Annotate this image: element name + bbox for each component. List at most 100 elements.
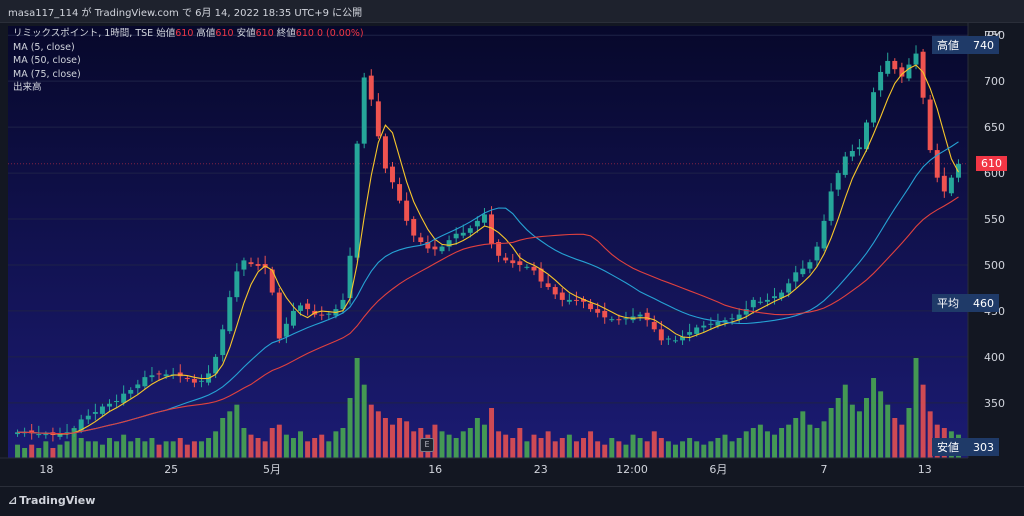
x-tick-label: 18: [39, 463, 53, 476]
volume-bar: [913, 358, 919, 458]
volume-bar: [588, 431, 594, 458]
volume-bar: [757, 424, 763, 458]
candle-body: [665, 338, 671, 340]
volume-bar: [779, 428, 785, 458]
volume-bar: [92, 441, 98, 458]
candle-body: [305, 303, 311, 310]
volume-bar: [566, 434, 572, 458]
legend-volume[interactable]: 出来高: [13, 81, 364, 95]
volume-bar: [290, 438, 296, 458]
candle-body: [673, 340, 678, 342]
candle-body: [404, 200, 410, 221]
candle-body: [276, 292, 282, 339]
volume-bar: [517, 428, 523, 458]
candle-body: [510, 260, 516, 264]
legend-ma50[interactable]: MA (50, close): [13, 54, 364, 68]
volume-bar: [326, 441, 332, 458]
volume-bar: [262, 441, 268, 458]
volume-bar: [206, 438, 212, 458]
volume-bar: [85, 441, 91, 458]
footer-bar: ⊿ TradingView: [0, 486, 1024, 516]
volume-bar: [828, 408, 834, 458]
candle-body: [156, 373, 162, 375]
earnings-marker-icon[interactable]: E: [420, 438, 434, 452]
volume-bar: [750, 428, 756, 458]
volume-bar: [545, 431, 551, 458]
volume-bar: [573, 441, 579, 458]
low-label: 安値: [236, 28, 256, 39]
volume-bar: [340, 428, 346, 458]
legend-ma75[interactable]: MA (75, close): [13, 68, 364, 82]
volume-bar: [354, 358, 360, 458]
candle-body: [906, 64, 912, 79]
volume-bar: [15, 444, 21, 458]
volume-bar: [503, 434, 509, 458]
candle-body: [871, 92, 877, 123]
candle-body: [524, 266, 530, 268]
tradingview-logo[interactable]: ⊿ TradingView: [8, 494, 95, 507]
candle-body: [651, 321, 657, 330]
candle-body: [750, 299, 756, 308]
y-tick-label: 350: [984, 397, 1005, 410]
volume-bar: [163, 441, 169, 458]
avg-badge-value: 460: [973, 296, 994, 310]
volume-bar: [581, 438, 586, 458]
volume-bar: [722, 434, 728, 458]
volume-bar: [142, 441, 148, 458]
legend-ma5[interactable]: MA (5, close): [13, 41, 364, 55]
candle-body: [658, 329, 664, 341]
x-tick-label: 16: [428, 463, 442, 476]
candle-body: [637, 314, 643, 317]
volume-bar: [276, 424, 282, 458]
volume-bar: [616, 441, 622, 458]
candle-body: [432, 246, 438, 250]
candle-body: [644, 312, 650, 321]
volume-bar: [694, 441, 700, 458]
candle-body: [757, 301, 763, 303]
candle-body: [326, 313, 332, 315]
volume-bar: [50, 448, 56, 458]
candle-body: [453, 233, 459, 239]
candle-body: [694, 327, 700, 334]
volume-bar: [64, 441, 70, 458]
x-tick-label: 23: [534, 463, 548, 476]
avg-badge: 平均 460: [932, 293, 999, 312]
candle-body: [474, 220, 480, 227]
candle-body: [559, 292, 565, 300]
volume-bar: [347, 398, 353, 458]
current-price-value: 610: [981, 156, 1002, 170]
candle-body: [375, 101, 381, 137]
candle-body: [368, 75, 374, 100]
volume-bar: [510, 438, 516, 458]
volume-bar: [892, 418, 898, 458]
volume-bar: [538, 438, 544, 458]
volume-bar: [764, 431, 770, 458]
volume-bar: [708, 441, 714, 458]
volume-bar: [637, 438, 643, 458]
close-value: 610: [295, 28, 314, 39]
candle-body: [849, 151, 855, 157]
candle-body: [283, 323, 289, 337]
candle-body: [255, 264, 261, 266]
candle-body: [948, 177, 954, 194]
volume-bar: [772, 434, 777, 458]
volume-bar: [305, 441, 311, 458]
volume-bar: [149, 438, 155, 458]
candle-body: [687, 332, 693, 335]
volume-bar: [36, 448, 42, 458]
y-tick-label: 550: [984, 213, 1005, 226]
tradingview-logo-icon: ⊿: [8, 494, 17, 507]
candle-body: [595, 309, 601, 313]
volume-bar: [595, 441, 601, 458]
current-price-badge: 610: [976, 155, 1007, 171]
candle-body: [298, 305, 303, 311]
volume-bar: [658, 438, 664, 458]
y-tick-label: 650: [984, 121, 1005, 134]
candle-body: [163, 374, 169, 377]
candle-body: [149, 375, 155, 378]
volume-bar: [411, 431, 417, 458]
volume-bar: [552, 441, 558, 458]
close-label: 終値: [276, 28, 296, 39]
candle-body: [439, 246, 445, 252]
volume-bar: [856, 411, 862, 458]
